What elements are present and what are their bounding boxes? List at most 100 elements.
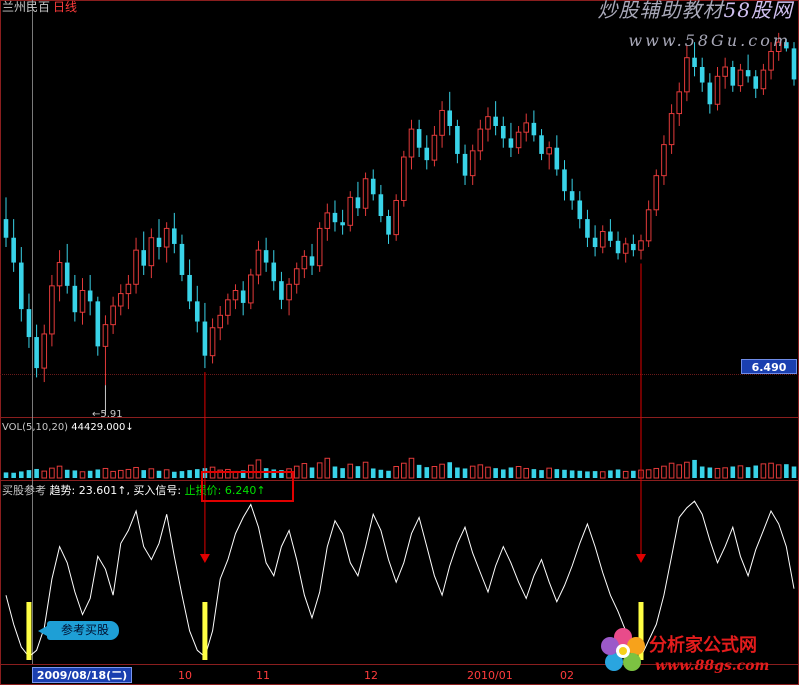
candle-body xyxy=(508,138,514,148)
candle-body xyxy=(531,122,537,136)
selected-date-box[interactable]: 2009/08/18(二) xyxy=(32,667,132,683)
volume-bar xyxy=(485,466,491,479)
time-axis-label: 02 xyxy=(560,669,574,682)
volume-bar xyxy=(615,469,621,478)
volume-bar xyxy=(661,465,667,479)
candle-body xyxy=(546,147,552,155)
volume-bar xyxy=(784,464,789,478)
candle-body xyxy=(668,113,675,146)
stock-chart[interactable] xyxy=(0,0,799,685)
candle-body xyxy=(293,268,300,285)
candle-body xyxy=(676,91,683,115)
volume-bar xyxy=(462,468,468,478)
volume-bar xyxy=(41,470,48,479)
candle-body xyxy=(615,240,621,254)
candle-body xyxy=(41,333,48,369)
volume-bar xyxy=(684,461,690,479)
stock-name: 兰州民百 xyxy=(2,0,51,14)
volume-bar xyxy=(332,466,338,478)
candle-body xyxy=(791,48,797,80)
candle-body xyxy=(386,216,391,235)
volume-bar xyxy=(622,470,629,479)
volume-bar xyxy=(508,467,514,478)
candle-body xyxy=(577,200,583,220)
candle-body xyxy=(125,283,132,295)
candle-body xyxy=(645,209,652,242)
candle-body xyxy=(172,228,177,244)
volume-legend-value: 44429.000 xyxy=(71,422,126,433)
volume-bar xyxy=(416,464,422,478)
volume-bar xyxy=(179,471,185,478)
candle-body xyxy=(408,128,415,158)
candle-body xyxy=(87,290,93,302)
volume-bar xyxy=(133,466,139,479)
buy-signal-bar xyxy=(26,602,32,660)
candle-body xyxy=(26,309,32,338)
candle-body xyxy=(447,110,453,126)
volume-legend: VOL(5,10,20) 44429.000↓ xyxy=(2,421,134,434)
candle-body xyxy=(569,191,575,201)
candle-body xyxy=(156,237,162,248)
volume-bar xyxy=(692,459,697,478)
candle-body xyxy=(539,135,544,154)
volume-bar xyxy=(408,457,415,479)
candle-body xyxy=(49,285,55,335)
volume-bar xyxy=(347,463,354,479)
candle-body xyxy=(684,57,690,93)
volume-bar xyxy=(3,472,9,478)
volume-bar xyxy=(585,471,590,478)
candle-body xyxy=(692,57,697,68)
trend-value: 23.601 xyxy=(78,484,118,497)
low-marker-label: ←5.91 xyxy=(92,409,123,420)
candle-body xyxy=(64,262,70,286)
volume-bar xyxy=(172,471,177,478)
buy-signal-bar xyxy=(202,602,208,660)
candle-body xyxy=(737,69,744,87)
candle-body xyxy=(469,150,476,177)
volume-bar xyxy=(424,467,430,478)
stop-price-highlight-box xyxy=(201,471,294,502)
volume-bar xyxy=(95,469,101,478)
volume-bar xyxy=(722,467,728,479)
candle-body xyxy=(355,197,361,209)
candle-body xyxy=(286,283,292,301)
volume-bar xyxy=(760,463,767,479)
volume-bar xyxy=(714,467,721,479)
watermark-accent: 58股网 xyxy=(723,0,793,22)
volume-bar xyxy=(102,467,109,479)
candle-body xyxy=(515,131,522,149)
volume-bar xyxy=(645,469,652,479)
volume-bar xyxy=(370,468,376,478)
indicator-name: 买股参考 xyxy=(2,484,46,497)
candle-body xyxy=(19,262,24,310)
candle-body xyxy=(599,231,606,248)
candle-body xyxy=(707,82,713,105)
volume-bar xyxy=(500,469,506,478)
volume-bar xyxy=(699,466,705,478)
stock-title: 兰州民百 日线 xyxy=(2,1,77,14)
volume-bar xyxy=(653,467,660,479)
volume-bar xyxy=(362,461,369,479)
candle-body xyxy=(72,285,78,313)
candle-body xyxy=(362,178,369,209)
candle-body xyxy=(631,243,636,251)
candle-body xyxy=(416,129,422,148)
flower-logo-icon xyxy=(601,628,645,671)
candle-body xyxy=(187,274,192,302)
volume-bar xyxy=(631,470,636,478)
candle-body xyxy=(722,66,728,77)
time-axis-label: 2010/01 xyxy=(467,669,513,682)
candle-body xyxy=(95,301,101,347)
candle-body xyxy=(202,321,208,356)
candle-body xyxy=(714,75,721,105)
candle-body xyxy=(477,128,484,152)
volume-legend-arrow: ↓ xyxy=(125,422,134,433)
volume-bar xyxy=(531,469,537,478)
candle-body xyxy=(316,227,323,267)
candle-body xyxy=(148,237,155,267)
volume-legend-label: VOL(5,10,20) xyxy=(2,422,69,433)
volume-bar xyxy=(163,469,170,479)
volume-bar xyxy=(49,467,55,479)
logo-url: www.88gs.com xyxy=(655,658,770,674)
candle-body xyxy=(248,274,254,304)
